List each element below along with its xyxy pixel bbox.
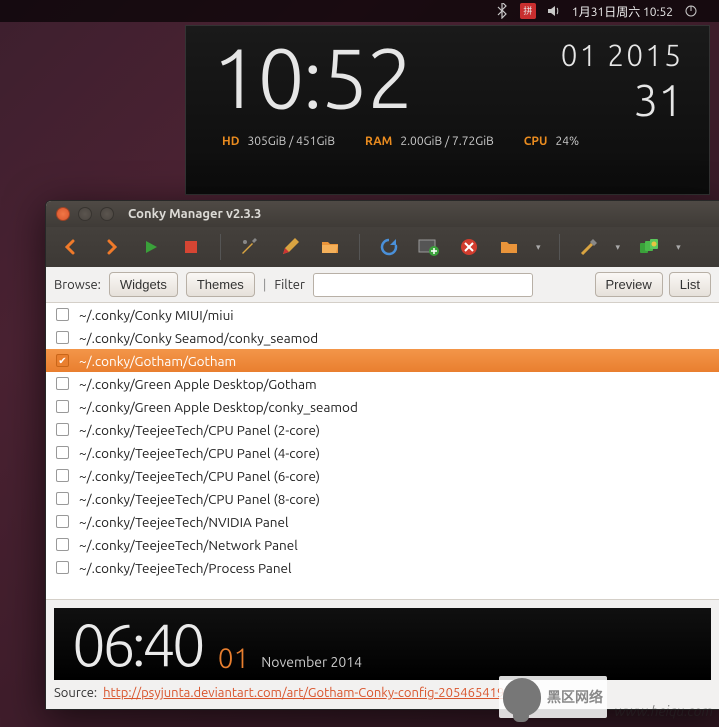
refresh-button[interactable] bbox=[372, 232, 406, 262]
tools-button[interactable] bbox=[233, 232, 267, 262]
checkbox[interactable] bbox=[56, 538, 69, 551]
filter-label: Filter bbox=[274, 278, 305, 292]
list-mode-button[interactable]: List bbox=[669, 272, 711, 297]
run-button[interactable] bbox=[134, 232, 168, 262]
list-item-path: ~/.conky/TeejeeTech/NVIDIA Panel bbox=[79, 514, 288, 530]
browse-label: Browse: bbox=[54, 278, 101, 292]
checkbox[interactable] bbox=[56, 423, 69, 436]
preview-image: 06:40 01 November 2014 bbox=[54, 608, 711, 680]
list-item[interactable]: ✔ ~/.conky/Gotham/Gotham bbox=[46, 349, 719, 372]
conky-manager-window: Conky Manager v2.3.3 ▾ ▾ ▾ Browse: Widge… bbox=[45, 200, 719, 710]
conky-gotham-widget: 10:52 01 2015 31 HD 305GiB / 451GiB RAM 2.… bbox=[185, 25, 710, 195]
cpu-label: CPU bbox=[524, 135, 548, 148]
list-item[interactable]: ~/.conky/TeejeeTech/Process Panel bbox=[46, 556, 719, 579]
edit-button[interactable] bbox=[273, 232, 307, 262]
open-folder-button[interactable] bbox=[313, 232, 347, 262]
dropdown-arrow-icon[interactable]: ▾ bbox=[532, 242, 547, 253]
checkbox[interactable] bbox=[56, 561, 69, 574]
checkbox[interactable]: ✔ bbox=[56, 354, 69, 367]
list-item-path: ~/.conky/TeejeeTech/Process Panel bbox=[79, 560, 292, 576]
checkbox[interactable] bbox=[56, 400, 69, 413]
toolbar: ▾ ▾ ▾ bbox=[46, 227, 719, 267]
bluetooth-icon[interactable] bbox=[494, 3, 510, 19]
list-item[interactable]: ~/.conky/TeejeeTech/CPU Panel (2-core) bbox=[46, 418, 719, 441]
titlebar[interactable]: Conky Manager v2.3.3 bbox=[46, 201, 719, 227]
dropdown-arrow-icon[interactable]: ▾ bbox=[672, 242, 687, 253]
window-minimize-button[interactable] bbox=[78, 207, 92, 221]
hd-value: 305GiB / 451GiB bbox=[247, 135, 335, 148]
list-item[interactable]: ~/.conky/TeejeeTech/NVIDIA Panel bbox=[46, 510, 719, 533]
filter-input[interactable] bbox=[313, 273, 533, 297]
toolbar-separator bbox=[359, 234, 360, 260]
list-item-path: ~/.conky/TeejeeTech/CPU Panel (4-core) bbox=[79, 445, 320, 461]
volume-icon[interactable] bbox=[546, 3, 562, 19]
list-item-path: ~/.conky/Conky Seamod/conky_seamod bbox=[79, 330, 318, 346]
list-item[interactable]: ~/.conky/TeejeeTech/CPU Panel (4-core) bbox=[46, 441, 719, 464]
filter-row: Browse: Widgets Themes | Filter Preview … bbox=[46, 267, 719, 303]
watermark: 黑区网络 www.heiqu.com bbox=[499, 676, 713, 719]
list-item-path: ~/.conky/TeejeeTech/CPU Panel (2-core) bbox=[79, 422, 320, 438]
list-item-path: ~/.conky/Green Apple Desktop/Gotham bbox=[79, 376, 317, 392]
list-item[interactable]: ~/.conky/Green Apple Desktop/conky_seamo… bbox=[46, 395, 719, 418]
separator: | bbox=[263, 278, 267, 292]
list-item-path: ~/.conky/Conky MIUI/miui bbox=[79, 307, 234, 323]
hd-label: HD bbox=[222, 135, 239, 148]
list-item[interactable]: ~/.conky/TeejeeTech/CPU Panel (6-core) bbox=[46, 464, 719, 487]
checkbox[interactable] bbox=[56, 377, 69, 390]
checkbox[interactable] bbox=[56, 515, 69, 528]
toolbar-separator bbox=[220, 234, 221, 260]
list-item-path: ~/.conky/Green Apple Desktop/conky_seamo… bbox=[79, 399, 358, 415]
conky-month-year: 01 2015 bbox=[561, 38, 683, 72]
import-widget-button[interactable] bbox=[412, 232, 446, 262]
preview-day: 01 bbox=[218, 643, 250, 674]
tray-datetime[interactable]: 1月31日周六 10:52 bbox=[572, 3, 673, 20]
ram-label: RAM bbox=[365, 135, 392, 148]
list-item-path: ~/.conky/TeejeeTech/CPU Panel (8-core) bbox=[79, 491, 320, 507]
list-item[interactable]: ~/.conky/Conky MIUI/miui bbox=[46, 303, 719, 326]
preview-mode-button[interactable]: Preview bbox=[595, 272, 663, 297]
checkbox[interactable] bbox=[56, 469, 69, 482]
checkbox[interactable] bbox=[56, 331, 69, 344]
dropdown-arrow-icon[interactable]: ▾ bbox=[612, 242, 627, 253]
themes-tab[interactable]: Themes bbox=[186, 272, 255, 297]
list-item[interactable]: ~/.conky/Green Apple Desktop/Gotham bbox=[46, 372, 719, 395]
widgets-tab[interactable]: Widgets bbox=[109, 272, 178, 297]
source-link[interactable]: http://psyjunta.deviantart.com/art/Gotha… bbox=[103, 686, 504, 700]
preview-time: 06:40 bbox=[72, 611, 202, 678]
checkbox[interactable] bbox=[56, 492, 69, 505]
mushroom-icon bbox=[503, 678, 541, 716]
checkbox[interactable] bbox=[56, 446, 69, 459]
list-item[interactable]: ~/.conky/Conky Seamod/conky_seamod bbox=[46, 326, 719, 349]
list-item-path: ~/.conky/TeejeeTech/Network Panel bbox=[79, 537, 298, 553]
ram-value: 2.00GiB / 7.72GiB bbox=[400, 135, 493, 148]
stop-button[interactable] bbox=[174, 232, 208, 262]
list-item-path: ~/.conky/Gotham/Gotham bbox=[79, 353, 236, 369]
window-title: Conky Manager v2.3.3 bbox=[128, 207, 261, 221]
conky-time: 10:52 bbox=[212, 30, 412, 125]
source-label: Source: bbox=[54, 686, 97, 700]
list-item[interactable]: ~/.conky/TeejeeTech/CPU Panel (8-core) bbox=[46, 487, 719, 510]
kill-widget-button[interactable] bbox=[452, 232, 486, 262]
donate-button[interactable] bbox=[632, 232, 666, 262]
conky-day: 31 bbox=[561, 76, 683, 125]
checkbox[interactable] bbox=[56, 308, 69, 321]
preview-month-year: November 2014 bbox=[261, 654, 362, 670]
nav-forward-button[interactable] bbox=[94, 232, 128, 262]
power-icon[interactable] bbox=[683, 3, 699, 19]
list-item-path: ~/.conky/TeejeeTech/CPU Panel (6-core) bbox=[79, 468, 320, 484]
input-method-icon[interactable]: 拼 bbox=[520, 3, 536, 19]
window-maximize-button[interactable] bbox=[100, 207, 114, 221]
top-tray: 拼 1月31日周六 10:52 bbox=[0, 0, 719, 22]
widget-list[interactable]: ~/.conky/Conky MIUI/miui ~/.conky/Conky S… bbox=[46, 303, 719, 599]
settings-button[interactable] bbox=[572, 232, 606, 262]
nav-back-button[interactable] bbox=[54, 232, 88, 262]
window-close-button[interactable] bbox=[56, 207, 70, 221]
list-item[interactable]: ~/.conky/TeejeeTech/Network Panel bbox=[46, 533, 719, 556]
open-theme-folder-button[interactable] bbox=[492, 232, 526, 262]
toolbar-separator bbox=[559, 234, 560, 260]
cpu-value: 24% bbox=[555, 135, 579, 148]
